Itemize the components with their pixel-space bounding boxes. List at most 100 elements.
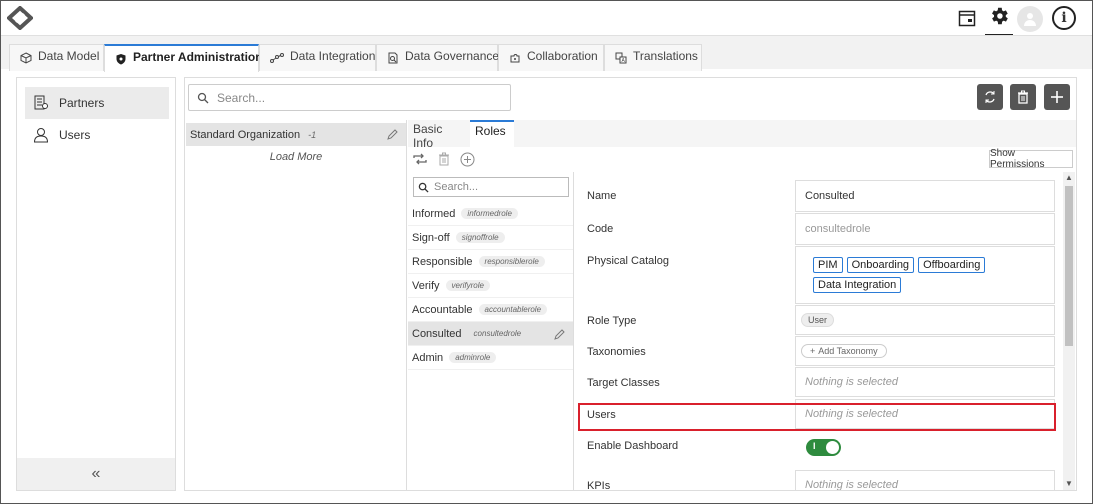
- tab-collaboration[interactable]: Collaboration: [498, 44, 604, 71]
- cube-icon: [20, 52, 32, 64]
- role-item-sign-off[interactable]: Sign-off signoffrole: [408, 226, 573, 250]
- organization-count: -1: [308, 129, 317, 140]
- add-taxonomy-label: Add Taxonomy: [818, 346, 878, 356]
- settings-gear-icon[interactable]: [985, 3, 1013, 36]
- search-icon: [197, 92, 209, 103]
- top-bar: i: [1, 1, 1092, 36]
- role-item-admin[interactable]: Admin adminrole: [408, 346, 573, 370]
- catalog-chip[interactable]: Offboarding: [918, 257, 986, 273]
- role-item-responsible[interactable]: Responsible responsiblerole: [408, 250, 573, 274]
- role-name: Informed: [412, 207, 456, 220]
- tab-roles[interactable]: Roles: [470, 120, 514, 147]
- calendar-icon[interactable]: [954, 5, 980, 31]
- translate-icon: A: [615, 52, 627, 64]
- chevron-down-icon[interactable]: ▼: [1063, 478, 1075, 490]
- field-label: Enable Dashboard: [587, 440, 679, 452]
- role-code-badge: adminrole: [449, 352, 497, 363]
- role-name: Accountable: [412, 303, 473, 316]
- catalog-chip[interactable]: PIM: [813, 257, 843, 273]
- tab-translations[interactable]: A Translations: [604, 44, 702, 71]
- tab-data-model[interactable]: Data Model: [9, 44, 104, 71]
- partner-search-input[interactable]: Search...: [188, 84, 511, 111]
- sidebar-item-users[interactable]: Users: [25, 119, 169, 151]
- collapse-sidebar-button[interactable]: «: [17, 458, 175, 490]
- tab-data-governance[interactable]: Data Governance: [376, 44, 499, 71]
- user-avatar-icon[interactable]: [1017, 6, 1043, 32]
- select-placeholder: Nothing is selected: [805, 376, 898, 388]
- nodes-icon: [270, 53, 284, 63]
- target-classes-select[interactable]: Nothing is selected: [795, 367, 1055, 397]
- role-name: Verify: [412, 279, 440, 292]
- detail-subtabs: Basic Info Roles: [408, 120, 1076, 150]
- load-more-link[interactable]: Load More: [185, 151, 407, 163]
- tab-partner-administration[interactable]: Partner Administration: [104, 44, 263, 72]
- taxonomies-field: + Add Taxonomy: [795, 336, 1055, 366]
- list-item[interactable]: Standard Organization -1: [186, 123, 406, 146]
- sidebar-item-label: Users: [59, 128, 91, 142]
- physical-catalog-field[interactable]: PIM Onboarding Offboarding Data Integratio…: [795, 246, 1055, 304]
- target-classes-row: Target Classes Nothing is selected: [576, 367, 1056, 397]
- catalog-chip[interactable]: Onboarding: [846, 257, 915, 273]
- pencil-icon[interactable]: [554, 329, 565, 340]
- name-row: Name Consulted: [576, 180, 1056, 212]
- plus-icon: [1051, 91, 1063, 103]
- name-field[interactable]: Consulted: [795, 180, 1055, 212]
- role-name: Responsible: [412, 255, 473, 268]
- role-code-badge: accountablerole: [478, 304, 548, 315]
- role-type-field[interactable]: User: [795, 305, 1055, 335]
- roles-list: Search... Informed informedrole Sign-off…: [408, 172, 574, 490]
- add-taxonomy-button[interactable]: + Add Taxonomy: [801, 344, 887, 358]
- details-scrollbar[interactable]: ▲ ▼: [1063, 172, 1075, 490]
- chevron-up-icon[interactable]: ▲: [1063, 172, 1075, 184]
- role-type-row: Role Type User: [576, 305, 1056, 335]
- puzzle-icon: [510, 54, 520, 63]
- refresh-button[interactable]: [977, 84, 1003, 110]
- field-label: Role Type: [587, 315, 637, 327]
- delete-button[interactable]: [1010, 84, 1036, 110]
- pencil-icon[interactable]: [387, 129, 398, 140]
- trash-icon: [1018, 90, 1028, 104]
- field-label: Code: [587, 223, 614, 235]
- organization-name: Standard Organization: [190, 128, 301, 141]
- role-item-consulted[interactable]: Consulted consultedrole: [408, 322, 573, 346]
- sync-icon[interactable]: [412, 152, 428, 166]
- role-code-badge: consultedrole: [473, 329, 522, 338]
- tab-basic-info[interactable]: Basic Info: [408, 120, 470, 150]
- left-sidebar: Partners Users «: [16, 77, 176, 491]
- search-placeholder: Search...: [434, 181, 479, 193]
- tab-label: Collaboration: [527, 49, 598, 63]
- show-permissions-button[interactable]: Show Permissions: [989, 148, 1073, 170]
- role-code-badge: verifyrole: [445, 280, 490, 291]
- kpis-row: KPIs Nothing is selected: [576, 470, 1056, 490]
- search-icon: [418, 182, 429, 193]
- scrollbar-thumb[interactable]: [1065, 186, 1073, 346]
- info-icon[interactable]: i: [1052, 6, 1076, 30]
- field-label: Taxonomies: [587, 346, 646, 358]
- code-row: Code consultedrole: [576, 213, 1056, 245]
- sidebar-item-partners[interactable]: Partners: [25, 87, 169, 119]
- partners-icon: [34, 95, 48, 110]
- role-item-accountable[interactable]: Accountable accountablerole: [408, 298, 573, 322]
- kpis-select[interactable]: Nothing is selected: [795, 470, 1055, 490]
- code-field[interactable]: consultedrole: [795, 213, 1055, 245]
- double-chevron-left-icon: «: [91, 465, 101, 482]
- app-logo-icon[interactable]: [6, 5, 34, 31]
- shield-icon: [116, 54, 126, 65]
- code-value: consultedrole: [805, 223, 871, 235]
- add-circle-icon[interactable]: [460, 152, 475, 167]
- organization-list: Standard Organization -1 Load More: [185, 120, 407, 490]
- enable-dashboard-field: I: [795, 430, 1055, 464]
- user-icon: [33, 128, 49, 143]
- tab-label: Data Model: [38, 49, 100, 63]
- role-item-informed[interactable]: Informed informedrole: [408, 202, 573, 226]
- search-placeholder: Search...: [217, 90, 266, 105]
- catalog-chip[interactable]: Data Integration: [813, 277, 902, 293]
- tab-data-integration[interactable]: Data Integration: [259, 44, 376, 71]
- add-button[interactable]: [1044, 84, 1070, 110]
- trash-icon[interactable]: [438, 152, 450, 166]
- role-item-verify[interactable]: Verify verifyrole: [408, 274, 573, 298]
- select-placeholder: Nothing is selected: [805, 479, 898, 490]
- roles-search-input[interactable]: Search...: [413, 177, 569, 197]
- enable-dashboard-toggle[interactable]: I: [806, 438, 841, 456]
- document-search-icon: [388, 52, 398, 64]
